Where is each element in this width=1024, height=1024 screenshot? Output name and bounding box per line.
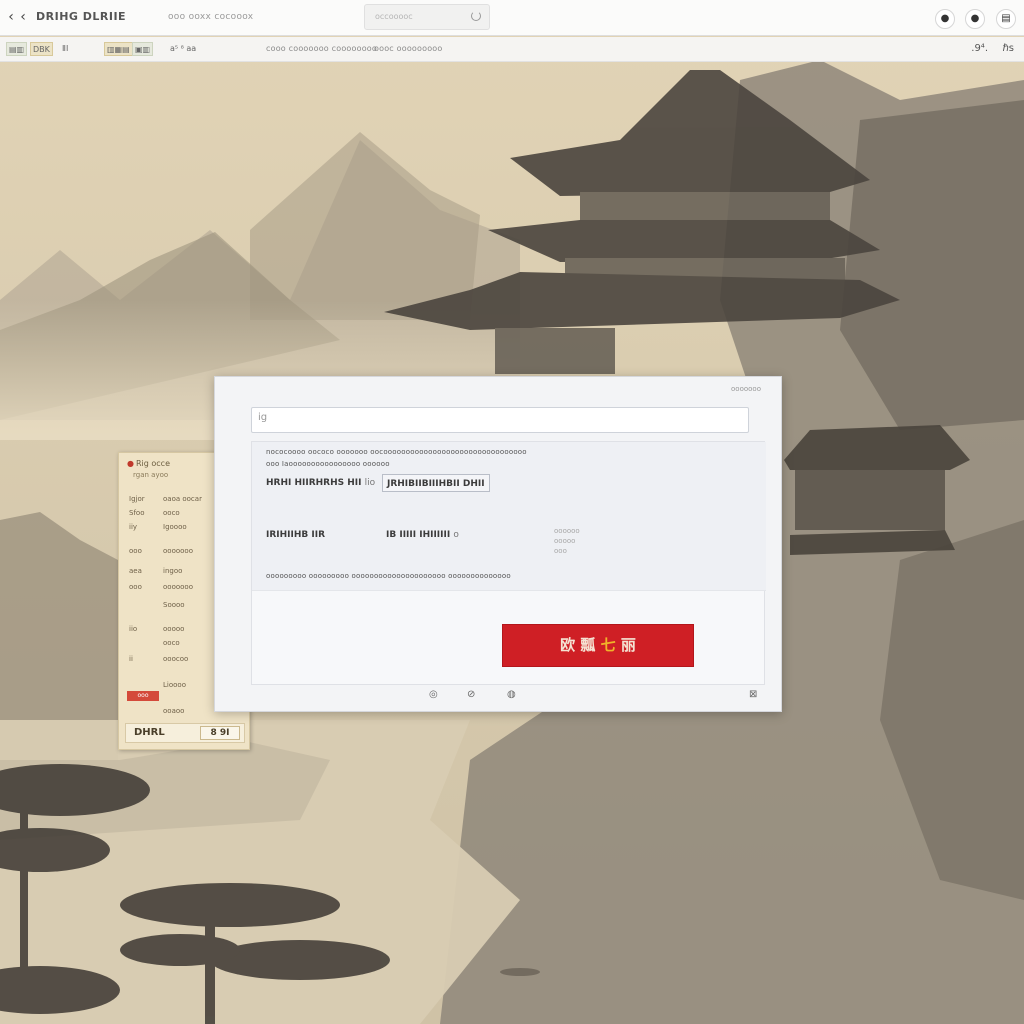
side-note: oooooo ooooo ooo	[554, 527, 580, 555]
toolbar-chip[interactable]: ▤▥	[6, 42, 28, 56]
dialog-body: nococoooo oococo ooooooo oocoooooooooooo…	[252, 442, 766, 590]
confirm-button[interactable]: 欧 瓢 七 丽	[502, 624, 694, 667]
panel-subheading: rgan ayoo	[133, 471, 169, 479]
field-label: IRIHIIHB IIR	[266, 530, 326, 540]
footer-circle-icon[interactable]: ◎	[429, 689, 438, 700]
panel-footer: DHRL 8 9I	[125, 723, 245, 743]
info-line: ooooooooo ooooooooo oooooooooooooooooooo…	[266, 572, 511, 580]
field-value[interactable]: JRHIBIIBIIIHBII DHII	[382, 474, 490, 492]
divider	[252, 590, 766, 591]
search-placeholder: occooooc	[375, 12, 413, 21]
toolbar-end-icon[interactable]: ℏs	[1002, 43, 1014, 54]
status-dot-icon: ●	[127, 459, 134, 468]
search-box[interactable]: occooooc	[364, 4, 490, 30]
field-label: HRHI HIIRHRHS HII lio	[266, 478, 376, 488]
field-value[interactable]: IB IIIII IHIIIIII o	[386, 526, 459, 544]
dialog-input[interactable]: ig	[251, 407, 749, 433]
browser-top-bar: ‹ ‹ DRIHG DLRIIE ooo ooxx cocooox occooo…	[0, 0, 1024, 36]
bookmarks-toolbar: ▤▥ DBK ⅡⅠ ▥▦▤ ▣▥ a⁵ ⁸ aa cooo cooooooo c…	[0, 37, 1024, 62]
bookmark-link[interactable]: oooc ooooooooo	[374, 44, 442, 53]
dialog-content: nococoooo oococo ooooooo oocoooooooooooo…	[251, 441, 766, 685]
menu-button[interactable]: ▤	[996, 9, 1016, 29]
red-tag[interactable]: ooo	[127, 691, 159, 701]
toolbar-chip[interactable]: ▥▦▤	[104, 42, 133, 56]
toolbar-chip[interactable]: a⁵ ⁸ aa	[168, 42, 198, 56]
extension-button[interactable]: ●	[935, 9, 955, 29]
panel-heading: ● Rig occe	[127, 459, 170, 468]
footer-block-icon[interactable]: ⊘	[467, 689, 475, 700]
profile-button[interactable]: ●	[965, 9, 985, 29]
footer-close-icon[interactable]: ⊠	[749, 689, 757, 700]
info-line: ooo Iaoooooooooooooooo oooooo	[266, 460, 390, 468]
toolbar-chip[interactable]: DBK	[30, 42, 53, 56]
app-title: DRIHG DLRIIE	[36, 10, 127, 23]
toolbar-chip[interactable]: ⅡⅠ	[60, 42, 70, 56]
toolbar-chip[interactable]: ▣▥	[132, 42, 154, 56]
forward-button[interactable]: ‹	[16, 8, 30, 26]
footer-dot-icon[interactable]: ◍	[507, 689, 516, 700]
info-line: nococoooo oococo ooooooo oocoooooooooooo…	[266, 448, 527, 456]
reload-icon[interactable]	[471, 11, 481, 21]
panel-footer-label: DHRL	[134, 727, 165, 738]
url-text[interactable]: ooo ooxx cocooox	[168, 12, 253, 22]
dialog-window: ooooooo ig nococoooo oococo ooooooo ooco…	[214, 376, 782, 712]
bookmark-link[interactable]: cooo cooooooo coooooooo	[266, 44, 377, 53]
panel-footer-button[interactable]: 8 9I	[200, 726, 240, 740]
zoom-readout: .9⁴.	[971, 43, 988, 54]
dialog-title: ooooooo	[731, 385, 761, 393]
